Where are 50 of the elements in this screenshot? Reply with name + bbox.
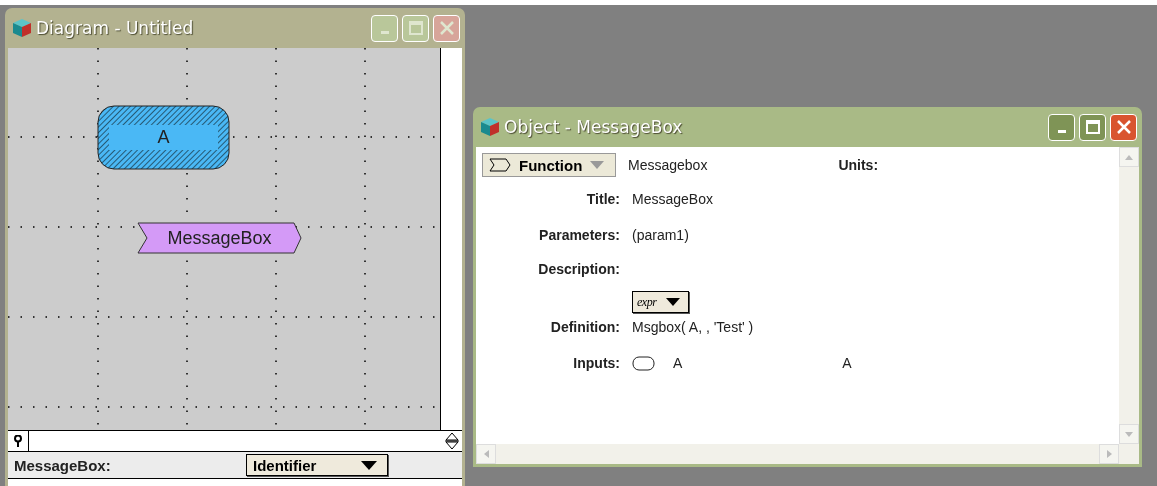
close-icon — [1115, 119, 1132, 135]
minimize-icon — [380, 30, 389, 34]
function-node[interactable]: MessageBox — [137, 222, 302, 254]
input-name[interactable]: A — [842, 355, 852, 371]
scroll-left-button[interactable] — [476, 444, 496, 464]
app-cube-icon — [12, 18, 32, 38]
expr-dropdown[interactable]: expr — [632, 291, 690, 313]
scroll-down-button[interactable] — [1119, 424, 1139, 444]
app-cube-icon — [480, 117, 500, 137]
field-label: Title: — [585, 191, 620, 207]
horizontal-scrollbar[interactable] — [476, 444, 1139, 464]
field-value: MessageBox — [632, 191, 713, 207]
variable-node[interactable]: A — [97, 105, 230, 170]
field-label: Description: — [537, 261, 620, 277]
attribute-dropdown[interactable]: Identifier — [246, 454, 388, 476]
diagram-canvas[interactable]: A MessageBox — [8, 48, 441, 430]
vertical-scrollbar[interactable] — [1119, 147, 1139, 444]
maximize-button[interactable] — [402, 14, 429, 42]
minimize-icon — [1057, 129, 1066, 133]
node-label: MessageBox — [167, 227, 272, 249]
close-button[interactable] — [1110, 113, 1137, 141]
maximize-icon — [1084, 119, 1101, 135]
window-title: Object - MessageBox — [504, 117, 684, 137]
minimize-button[interactable] — [371, 14, 398, 42]
class-dropdown[interactable]: Function — [482, 153, 616, 177]
window-title: Diagram - Untitled — [36, 18, 195, 38]
units-label: Units: — [838, 157, 879, 173]
dropdown-arrow-icon — [361, 460, 377, 470]
object-name-label: MessageBox: — [14, 456, 112, 474]
variable-node-icon — [632, 355, 655, 371]
field-value: (param1) — [632, 227, 689, 243]
dropdown-arrow-icon — [666, 298, 681, 306]
scroll-up-button[interactable] — [1119, 147, 1139, 167]
key-icon[interactable] — [14, 435, 22, 447]
field-label: Inputs: — [572, 355, 620, 371]
definition-value[interactable]: Msgbox( A, , 'Test' ) — [632, 319, 754, 335]
identifier-value[interactable]: Messagebox — [628, 157, 708, 173]
input-name[interactable]: A — [673, 355, 683, 371]
maximize-icon — [407, 20, 424, 36]
close-icon — [438, 20, 455, 36]
function-shape-icon — [489, 158, 511, 172]
dropdown-arrow-icon — [590, 161, 605, 169]
maximize-button[interactable] — [1079, 113, 1106, 141]
node-label: A — [157, 127, 170, 148]
scroll-right-button[interactable] — [1099, 444, 1119, 464]
field-label: Parameters: — [538, 227, 620, 243]
minimize-button[interactable] — [1048, 113, 1075, 141]
up-down-arrows-icon[interactable] — [445, 432, 459, 450]
field-label: Definition: — [549, 319, 620, 335]
close-button[interactable] — [433, 14, 460, 42]
